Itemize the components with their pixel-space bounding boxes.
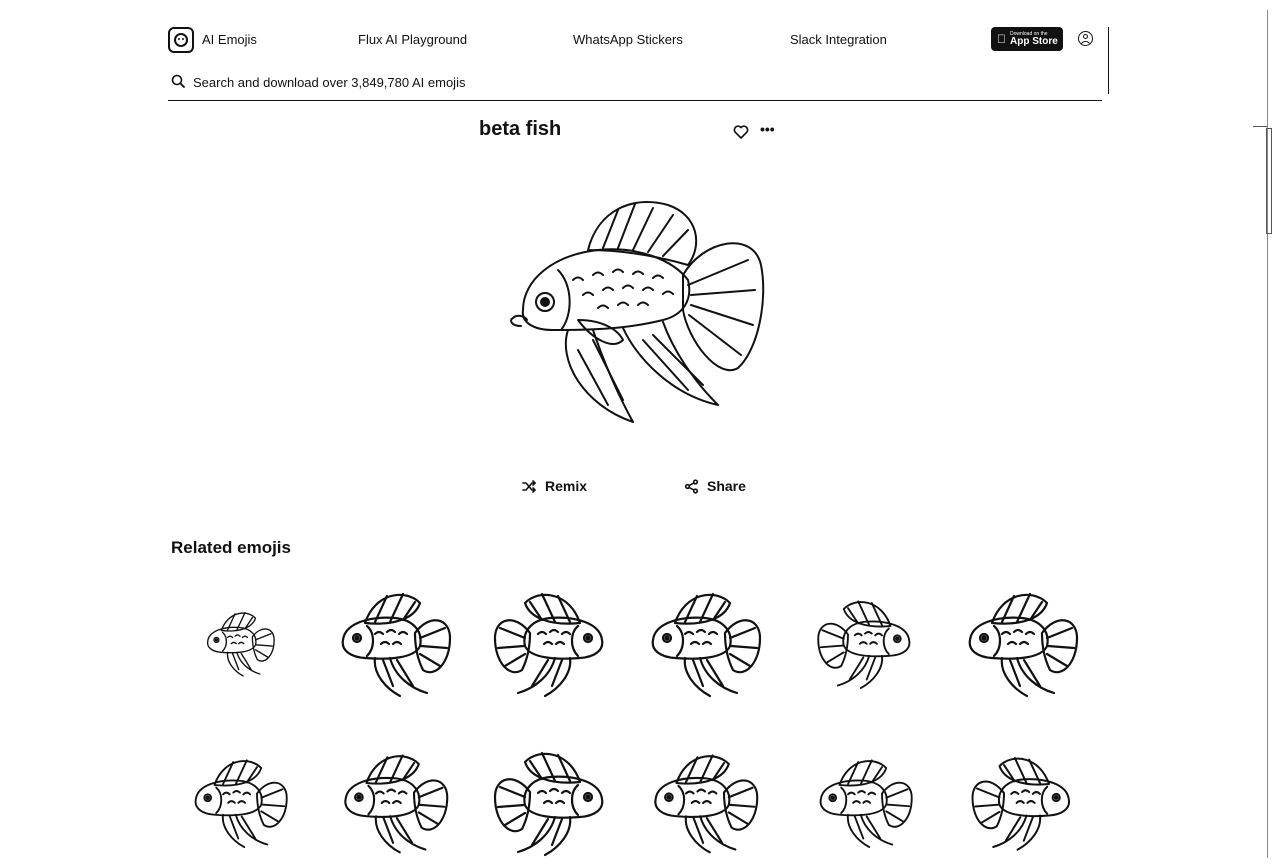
page-title: beta fish <box>479 118 562 140</box>
more-options-icon[interactable]: ••• <box>760 121 775 137</box>
logo-icon[interactable] <box>168 27 194 53</box>
share-icon <box>684 478 699 494</box>
nav-flux-playground[interactable]: Flux AI Playground <box>358 32 467 47</box>
related-emoji-item[interactable] <box>180 578 300 708</box>
scrollbar-thumb[interactable] <box>1266 128 1272 234</box>
heart-icon[interactable] <box>733 124 749 140</box>
related-emoji-item[interactable] <box>805 737 925 867</box>
user-icon[interactable] <box>1078 31 1093 46</box>
related-emoji-item[interactable] <box>490 578 610 708</box>
related-title: Related emojis <box>171 538 291 557</box>
nav-whatsapp-stickers[interactable]: WhatsApp Stickers <box>573 32 683 47</box>
apple-icon:  <box>997 33 1006 45</box>
remix-label: Remix <box>545 478 588 494</box>
shuffle-icon <box>522 479 536 493</box>
related-emoji-item[interactable] <box>490 737 610 867</box>
search-input[interactable] <box>193 72 1073 92</box>
app-store-badge[interactable]:  Download on the App Store <box>991 27 1063 51</box>
brand-link[interactable]: AI Emojis <box>202 32 257 47</box>
related-emoji-item[interactable] <box>335 737 455 867</box>
share-label: Share <box>707 478 746 494</box>
share-button[interactable]: Share <box>684 478 746 494</box>
scrollbar-mark <box>1253 126 1267 127</box>
divider <box>1108 27 1109 94</box>
appstore-big-text: App Store <box>1001 35 1058 47</box>
related-emoji-item[interactable] <box>335 578 455 708</box>
emoji-image <box>510 201 765 423</box>
related-emoji-item[interactable] <box>962 578 1082 708</box>
related-emoji-item[interactable] <box>645 578 765 708</box>
related-emoji-item[interactable] <box>805 578 925 708</box>
nav-slack-integration[interactable]: Slack Integration <box>790 32 887 47</box>
related-emoji-item[interactable] <box>180 737 300 867</box>
remix-button[interactable]: Remix <box>522 478 587 494</box>
related-emoji-item[interactable] <box>645 737 765 867</box>
related-emoji-item[interactable] <box>962 737 1082 867</box>
search-icon <box>171 74 185 88</box>
